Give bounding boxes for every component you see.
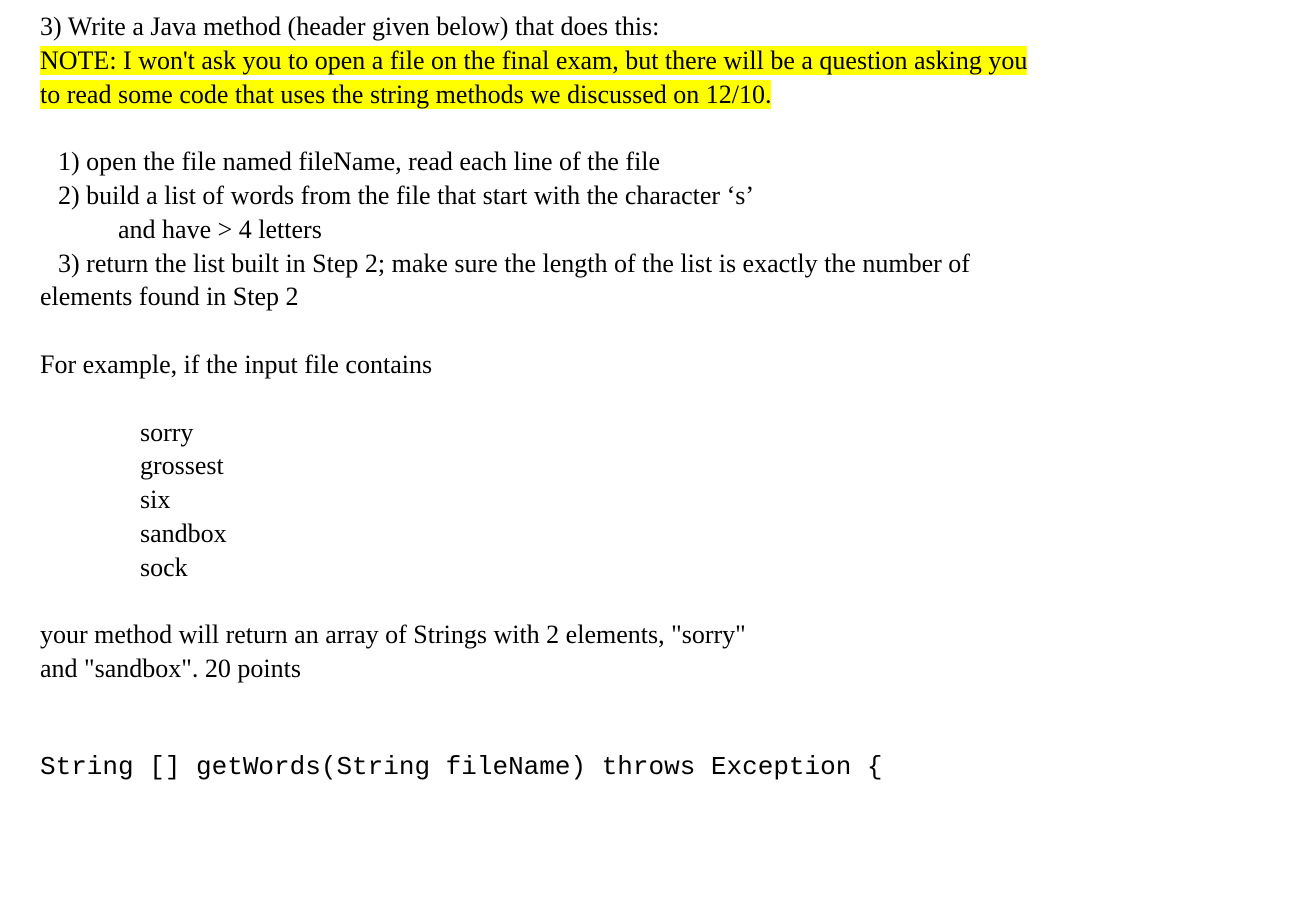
note-line-2: to read some code that uses the string m… <box>40 78 1260 112</box>
document-body: 3) Write a Java method (header given bel… <box>0 0 1300 825</box>
outro-line-2: and "sandbox". 20 points <box>40 652 1260 686</box>
method-signature: String [] getWords(String fileName) thro… <box>40 751 1260 785</box>
question-intro: 3) Write a Java method (header given bel… <box>40 10 1260 44</box>
question-header: 3) Write a Java method (header given bel… <box>40 10 1260 111</box>
step-2-line-1: 2) build a list of words from the file t… <box>58 179 1260 213</box>
highlighted-note-1: NOTE: I won't ask you to open a file on … <box>40 46 1027 75</box>
outro-line-1: your method will return an array of Stri… <box>40 618 1260 652</box>
note-line-1: NOTE: I won't ask you to open a file on … <box>40 44 1260 78</box>
sample-word-4: sandbox <box>140 517 1260 551</box>
step-2-line-2: and have > 4 letters <box>118 213 1260 247</box>
step-1: 1) open the file named fileName, read ea… <box>58 145 1260 179</box>
sample-word-5: sock <box>140 551 1260 585</box>
example-intro: For example, if the input file contains <box>40 348 1260 382</box>
steps-block: 1) open the file named fileName, read ea… <box>58 145 1260 314</box>
sample-words: sorry grossest six sandbox sock <box>140 416 1260 585</box>
step-3-line-2: elements found in Step 2 <box>40 280 1260 314</box>
step-3-line-1: 3) return the list built in Step 2; make… <box>58 247 1260 281</box>
highlighted-note-2: to read some code that uses the string m… <box>40 80 771 109</box>
sample-word-3: six <box>140 483 1260 517</box>
sample-word-2: grossest <box>140 449 1260 483</box>
sample-word-1: sorry <box>140 416 1260 450</box>
